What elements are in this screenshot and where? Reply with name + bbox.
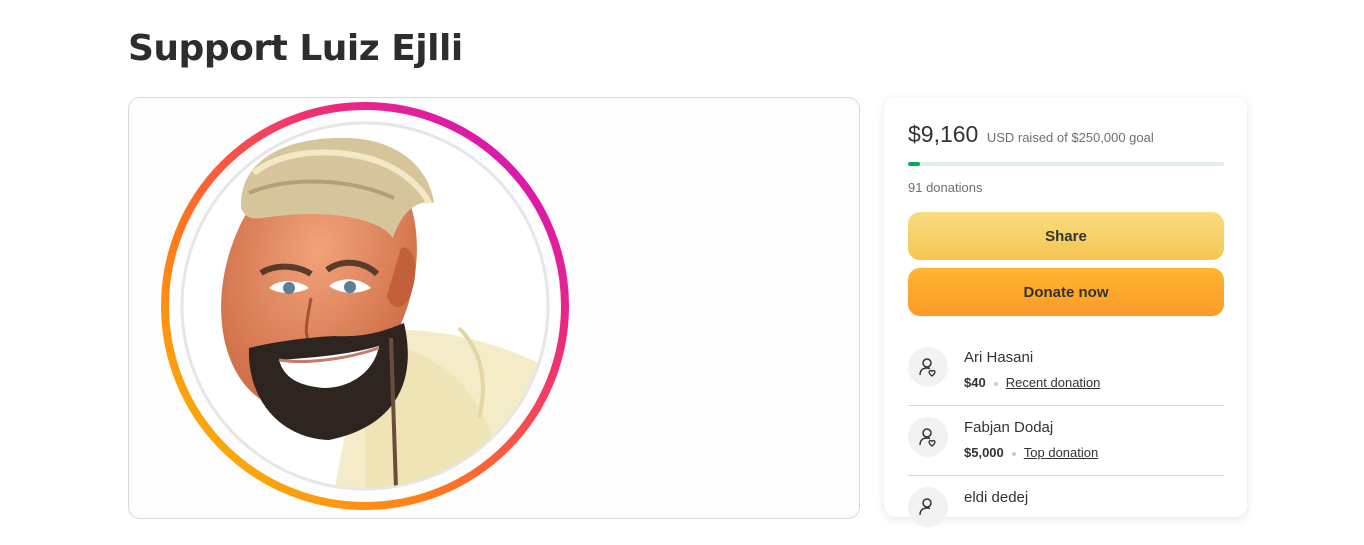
donor-amount: $5,000 — [964, 445, 1004, 460]
separator-dot — [1011, 451, 1016, 456]
page-title: Support Luiz Ejlli — [128, 28, 463, 69]
donor-list-item: eldi dedej — [908, 475, 1224, 545]
goal-progress-fill — [908, 162, 920, 166]
user-heart-icon — [908, 487, 948, 527]
donate-now-button[interactable]: Donate now — [908, 268, 1224, 316]
donation-sidebar: $9,160 USD raised of $250,000 goal 91 do… — [884, 97, 1247, 527]
donor-name: eldi dedej — [964, 489, 1029, 506]
user-heart-icon — [908, 417, 948, 457]
amount-raised-value: $9,160 — [908, 121, 979, 147]
donation-count: 91 donations — [908, 180, 983, 195]
top-donation-link[interactable]: Top donation — [1024, 445, 1098, 460]
goal-caption: USD raised of $250,000 goal — [986, 130, 1154, 145]
separator-dot — [993, 381, 998, 386]
donor-list-item: Ari Hasani $40 Recent donation — [908, 335, 1224, 406]
fundraiser-cover-image[interactable] — [128, 97, 860, 519]
profile-portrait-illustration — [161, 102, 569, 510]
donor-amount: $40 — [964, 375, 986, 390]
amount-raised: $9,160 USD raised of $250,000 goal — [908, 121, 1154, 148]
donor-meta: $5,000 Top donation — [964, 445, 1098, 460]
donor-meta: $40 Recent donation — [964, 375, 1100, 390]
recent-donation-link[interactable]: Recent donation — [1006, 375, 1101, 390]
user-heart-icon — [908, 347, 948, 387]
goal-progress-bar — [908, 162, 1224, 166]
share-button[interactable]: Share — [908, 212, 1224, 260]
donor-name: Fabjan Dodaj — [964, 419, 1054, 436]
donor-list-item: Fabjan Dodaj $5,000 Top donation — [908, 405, 1224, 476]
donor-name: Ari Hasani — [964, 349, 1034, 366]
